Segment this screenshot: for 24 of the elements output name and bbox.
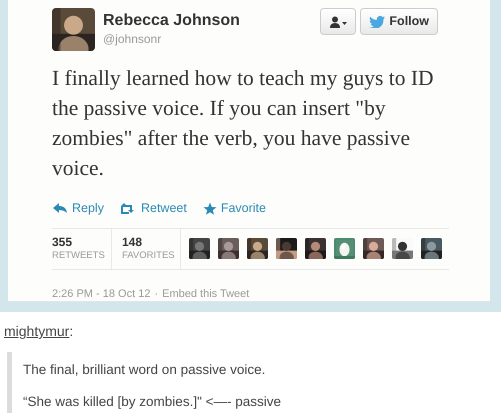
author-name[interactable]: Rebecca Johnson xyxy=(103,12,240,30)
reply-arrow-icon xyxy=(52,202,68,214)
quote-text: “She was killed [by zombies.]" <—- passive xyxy=(23,393,282,412)
favorite-button[interactable]: Favorite xyxy=(202,199,266,218)
timestamp[interactable]: 2:26 PM - 18 Oct 12 xyxy=(52,286,150,302)
person-caret-icon xyxy=(329,16,348,28)
star-icon xyxy=(202,202,217,215)
embed-link[interactable]: Embed this Tweet xyxy=(162,286,250,302)
bird-icon xyxy=(369,15,386,28)
stat-count[interactable]: 355 xyxy=(52,236,103,249)
colon-text: : xyxy=(69,323,74,339)
separator-dot: · xyxy=(154,286,158,302)
stat-label[interactable]: FAVORITES xyxy=(122,248,172,264)
quote-text: The final, brilliant word on passive voice. xyxy=(23,361,266,379)
stat-label[interactable]: RETWEETS xyxy=(52,248,103,264)
tweet-text: I finally learned how to teach my guys to ID the passive voice. If you can insert "by zombies" after the verb, you have passive voice. xyxy=(52,65,435,182)
reply-button[interactable]: Reply xyxy=(52,199,104,218)
user-menu-button[interactable] xyxy=(320,8,356,35)
follow-button[interactable]: Follow xyxy=(360,8,438,35)
retweet-button[interactable]: Retweet xyxy=(120,199,187,218)
stat-count[interactable]: 148 xyxy=(122,236,172,249)
user-handle[interactable]: @johnsonr xyxy=(103,30,240,48)
retweet-icon xyxy=(120,202,137,214)
username-link[interactable]: mightymur xyxy=(4,323,70,339)
